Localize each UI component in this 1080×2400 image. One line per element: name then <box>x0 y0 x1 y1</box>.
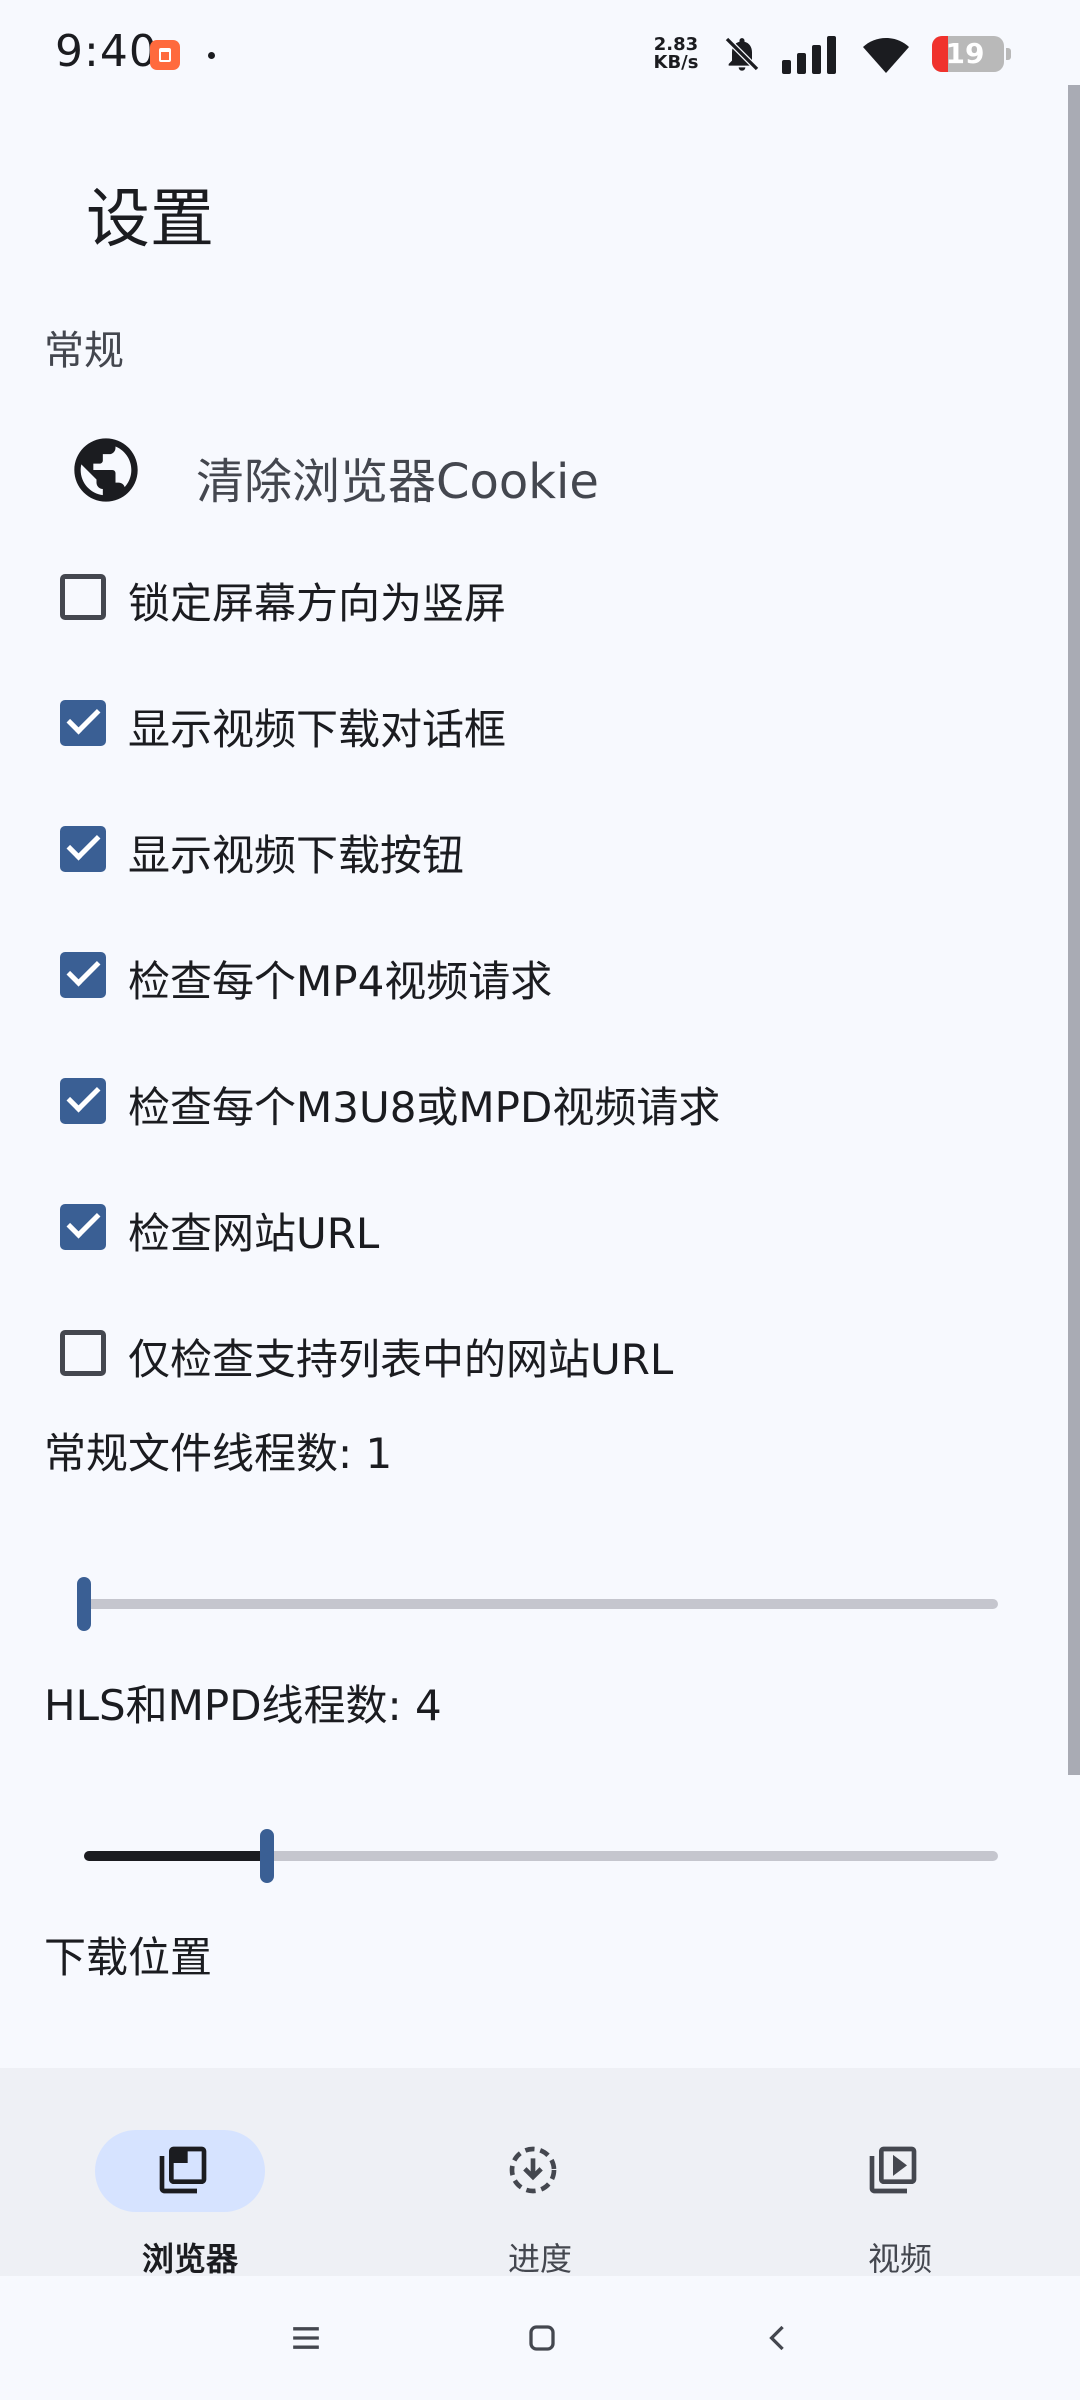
network-speed: 2.83 KB/s <box>648 36 704 72</box>
checkbox-checked-icon[interactable] <box>60 700 106 746</box>
signal-icon <box>782 36 836 74</box>
checkbox-label: 锁定屏幕方向为竖屏 <box>128 579 507 628</box>
app-notification-icon <box>150 40 180 70</box>
checkbox-label: 仅检查支持列表中的网站URL <box>128 1335 674 1384</box>
checkbox-show-download-dialog[interactable]: 显示视频下载对话框 <box>0 678 1060 768</box>
download-progress-icon <box>509 2146 557 2194</box>
network-speed-unit: KB/s <box>653 52 699 73</box>
battery-icon: 19 <box>932 36 1004 72</box>
notification-dot-icon <box>208 52 215 59</box>
nav-label: 进度 <box>507 2240 572 2278</box>
video-library-icon <box>869 2146 917 2194</box>
slider-active-track <box>84 1851 267 1861</box>
checkbox-label: 检查网站URL <box>128 1209 380 1258</box>
nav-label: 视频 <box>867 2240 932 2278</box>
checkbox-label: 检查每个MP4视频请求 <box>128 957 553 1006</box>
menu-icon[interactable] <box>284 2316 328 2360</box>
back-icon[interactable] <box>756 2316 800 2360</box>
section-label-general: 常规 <box>44 328 124 374</box>
nav-label: 浏览器 <box>141 2240 238 2278</box>
bottom-navigation: 浏览器 进度 视频 <box>0 2068 1080 2278</box>
checkbox-checked-icon[interactable] <box>60 952 106 998</box>
checkbox-show-download-button[interactable]: 显示视频下载按钮 <box>0 804 1060 894</box>
checkbox-lock-portrait[interactable]: 锁定屏幕方向为竖屏 <box>0 552 1060 642</box>
slider-thumb[interactable] <box>259 1829 274 1883</box>
slider-track[interactable] <box>84 1599 998 1609</box>
nav-item-browser[interactable]: 浏览器 <box>80 2098 300 2278</box>
hls-threads-slider[interactable] <box>84 1826 998 1886</box>
checkbox-unchecked-icon[interactable] <box>60 1330 106 1376</box>
checkbox-label: 检查每个M3U8或MPD视频请求 <box>128 1083 721 1132</box>
wifi-icon <box>863 38 909 73</box>
checkbox-check-m3u8-mpd[interactable]: 检查每个M3U8或MPD视频请求 <box>0 1056 1060 1146</box>
hls-threads-label: HLS和MPD线程数: 4 <box>44 1681 442 1730</box>
checkbox-check-mp4[interactable]: 检查每个MP4视频请求 <box>0 930 1060 1020</box>
battery-level: 19 <box>945 37 985 70</box>
checkbox-check-site-url[interactable]: 检查网站URL <box>0 1182 1060 1272</box>
checkbox-checked-icon[interactable] <box>60 1204 106 1250</box>
regular-threads-slider[interactable] <box>77 1574 998 1634</box>
checkbox-unchecked-icon[interactable] <box>60 574 106 620</box>
nav-item-videos[interactable]: 视频 <box>790 2098 1010 2278</box>
regular-threads-label: 常规文件线程数: 1 <box>44 1429 393 1478</box>
bell-off-icon <box>724 36 760 72</box>
status-bar: 9:40 2.83 KB/s 19 <box>0 0 1080 110</box>
clear-cookie-button[interactable]: 清除浏览器Cookie <box>0 420 1060 520</box>
checkbox-label: 显示视频下载按钮 <box>128 831 465 880</box>
page-title: 设置 <box>86 183 214 257</box>
home-icon[interactable] <box>520 2316 564 2360</box>
checkbox-checked-icon[interactable] <box>60 826 106 872</box>
clear-cookie-label: 清除浏览器Cookie <box>196 454 599 510</box>
checkbox-checked-icon[interactable] <box>60 1078 106 1124</box>
nav-item-progress[interactable]: 进度 <box>430 2098 650 2278</box>
checkbox-supported-list-only[interactable]: 仅检查支持列表中的网站URL <box>0 1308 1060 1398</box>
slider-thumb[interactable] <box>77 1577 91 1631</box>
system-navigation-bar <box>0 2276 1080 2400</box>
checkbox-label: 显示视频下载对话框 <box>128 705 507 754</box>
browser-tabs-icon <box>159 2146 207 2194</box>
status-time: 9:40 <box>55 26 158 77</box>
download-location-label[interactable]: 下载位置 <box>44 1924 212 1985</box>
globe-icon <box>74 438 138 502</box>
scrollbar[interactable] <box>1068 85 1080 1775</box>
battery-cap <box>1006 48 1011 60</box>
